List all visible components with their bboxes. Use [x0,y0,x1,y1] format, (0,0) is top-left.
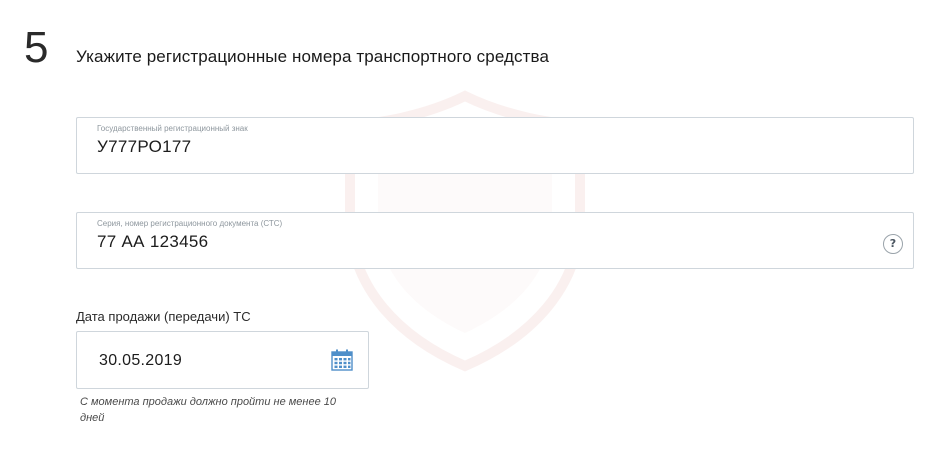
plate-number-label: Государственный регистрационный знак [97,124,248,133]
plate-number-value[interactable]: У777РО177 [97,137,191,157]
sts-number-field[interactable]: Серия, номер регистрационного документа … [76,212,914,269]
calendar-icon[interactable] [331,349,353,371]
step-number: 5 [24,23,49,72]
sale-date-label: Дата продажи (передачи) ТС [76,309,251,324]
step-title: Укажите регистрационные номера транспорт… [76,47,550,66]
plate-number-field[interactable]: Государственный регистрационный знак У77… [76,117,914,174]
question-circle-icon[interactable]: ? [883,234,903,254]
sale-date-hint: С момента продажи должно пройти не менее… [80,396,336,424]
sts-number-value[interactable]: 77 АА 123456 [97,232,208,252]
sale-date-field[interactable]: 30.05.2019 [76,331,369,389]
sts-number-label: Серия, номер регистрационного документа … [97,219,283,228]
sale-date-value[interactable]: 30.05.2019 [99,351,182,371]
